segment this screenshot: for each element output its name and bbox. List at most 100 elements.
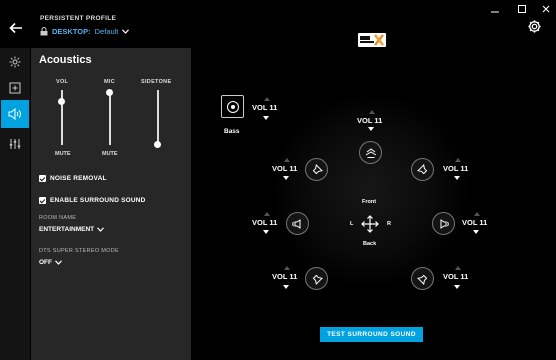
rear-left-speaker-button[interactable]: [305, 267, 328, 290]
front-left-volume-text: VOL 11: [272, 164, 298, 173]
side-left-volume[interactable]: VOL 11: [252, 212, 286, 234]
volume-up-icon[interactable]: [264, 212, 270, 216]
dts-mode-value: OFF: [39, 259, 52, 266]
front-direction-label: Front: [362, 199, 377, 205]
gear-icon[interactable]: [527, 19, 542, 34]
sidetone-slider-label: SIDETONE: [141, 79, 172, 85]
front-right-volume-text: VOL 11: [443, 164, 469, 173]
checkbox-checked-icon: [39, 197, 46, 204]
dts-logo: [358, 33, 386, 47]
center-speaker-button[interactable]: [359, 141, 382, 164]
center-volume[interactable]: VOL 11: [357, 110, 391, 131]
side-right-speaker-button[interactable]: [432, 212, 455, 235]
front-right-volume[interactable]: VOL 11: [443, 158, 477, 180]
volume-down-icon[interactable]: [283, 176, 289, 180]
profile-selector[interactable]: DESKTOP: Default: [40, 27, 130, 36]
minimize-icon[interactable]: [490, 2, 500, 13]
mic-slider-label: MIC: [104, 79, 115, 85]
volume-down-icon[interactable]: [454, 285, 460, 289]
equalizer-icon: [9, 139, 21, 149]
volume-down-icon[interactable]: [263, 230, 269, 234]
subwoofer-icon: [226, 100, 239, 113]
surround-sound-label: ENABLE SURROUND SOUND: [50, 197, 146, 204]
close-icon[interactable]: [541, 1, 551, 13]
profile-value: Default: [94, 27, 119, 36]
side-right-speaker-icon: [440, 218, 449, 229]
volume-down-icon[interactable]: [368, 127, 374, 131]
rear-right-volume[interactable]: VOL 11: [443, 266, 477, 289]
checkbox-checked-icon: [39, 175, 46, 182]
side-left-speaker-button[interactable]: [286, 212, 309, 235]
rail-lighting-button[interactable]: [1, 48, 29, 76]
right-direction-label: R: [387, 221, 391, 227]
dts-mode-dropdown[interactable]: OFF: [39, 259, 62, 266]
test-surround-sound-button[interactable]: TEST SURROUND SOUND: [320, 327, 423, 342]
volume-up-icon[interactable]: [455, 158, 461, 162]
side-right-volume-text: VOL 11: [462, 218, 488, 227]
back-direction-label: Back: [363, 241, 377, 247]
panel-title: Acoustics: [39, 54, 92, 66]
side-right-volume[interactable]: VOL 11: [462, 212, 496, 234]
volume-up-icon[interactable]: [455, 266, 461, 270]
mic-slider-track[interactable]: [109, 90, 111, 145]
profile-name: DESKTOP: [52, 27, 89, 36]
front-right-speaker-button[interactable]: [411, 158, 434, 181]
room-name-value: ENTERTAINMENT: [39, 226, 95, 233]
room-name-dropdown[interactable]: ENTERTAINMENT: [39, 226, 105, 233]
plus-box-icon: [9, 82, 21, 94]
center-volume-text: VOL 11: [357, 116, 383, 125]
front-left-volume[interactable]: VOL 11: [272, 158, 306, 180]
front-right-speaker-icon: [416, 163, 427, 174]
side-left-speaker-icon: [292, 218, 301, 229]
volume-up-icon[interactable]: [284, 266, 290, 270]
left-rail: [0, 48, 30, 360]
noise-removal-label: NOISE REMOVAL: [50, 175, 107, 182]
bass-speaker-button[interactable]: [221, 95, 244, 118]
rear-right-speaker-icon: [416, 274, 427, 285]
vol-mute-label[interactable]: MUTE: [55, 151, 71, 157]
chevron-down-icon: [55, 260, 62, 265]
volume-up-icon[interactable]: [284, 158, 290, 162]
noise-removal-checkbox[interactable]: NOISE REMOVAL: [39, 175, 107, 182]
side-left-volume-text: VOL 11: [252, 218, 278, 227]
volume-down-icon[interactable]: [263, 116, 269, 120]
rear-right-volume-text: VOL 11: [443, 272, 469, 281]
dts-mode-label: DTS SUPER STEREO MODE: [39, 248, 119, 254]
maximize-icon[interactable]: [517, 1, 527, 13]
sun-icon: [9, 56, 21, 68]
speaker-icon: [8, 108, 21, 120]
chevron-down-icon: [97, 227, 105, 232]
profile-separator: :: [88, 27, 91, 36]
vol-slider-label: VOL: [56, 79, 69, 85]
rail-acoustics-button[interactable]: [1, 100, 29, 128]
volume-up-icon[interactable]: [264, 97, 270, 101]
front-left-speaker-button[interactable]: [305, 158, 328, 181]
rear-right-speaker-button[interactable]: [411, 267, 434, 290]
mic-slider-handle[interactable]: [106, 89, 113, 96]
volume-up-icon[interactable]: [369, 110, 375, 114]
rear-left-speaker-icon: [312, 274, 323, 285]
bass-volume-text: VOL 11: [252, 103, 278, 112]
back-arrow-icon[interactable]: [8, 20, 24, 36]
front-left-speaker-icon: [312, 163, 323, 174]
move-arrows-icon[interactable]: [361, 215, 379, 233]
rear-left-volume-text: VOL 11: [272, 272, 298, 281]
rear-left-volume[interactable]: VOL 11: [272, 266, 306, 289]
rail-add-button[interactable]: [1, 74, 29, 102]
volume-down-icon[interactable]: [283, 285, 289, 289]
volume-up-icon[interactable]: [474, 212, 480, 216]
vol-slider-handle[interactable]: [58, 98, 65, 106]
room-name-label: ROOM NAME: [39, 215, 77, 221]
sidetone-slider-track[interactable]: [157, 90, 159, 142]
profile-caption: PERSISTENT PROFILE: [40, 15, 117, 22]
left-direction-label: L: [350, 221, 354, 227]
lock-icon: [40, 27, 48, 36]
bass-volume[interactable]: VOL 11: [252, 97, 286, 120]
volume-down-icon[interactable]: [473, 230, 479, 234]
rail-equalizer-button[interactable]: [1, 130, 29, 158]
mic-mute-label[interactable]: MUTE: [102, 151, 118, 157]
surround-sound-checkbox[interactable]: ENABLE SURROUND SOUND: [39, 197, 146, 204]
bass-label: Bass: [224, 128, 240, 135]
volume-down-icon[interactable]: [454, 176, 460, 180]
sidetone-slider-handle[interactable]: [154, 141, 161, 148]
